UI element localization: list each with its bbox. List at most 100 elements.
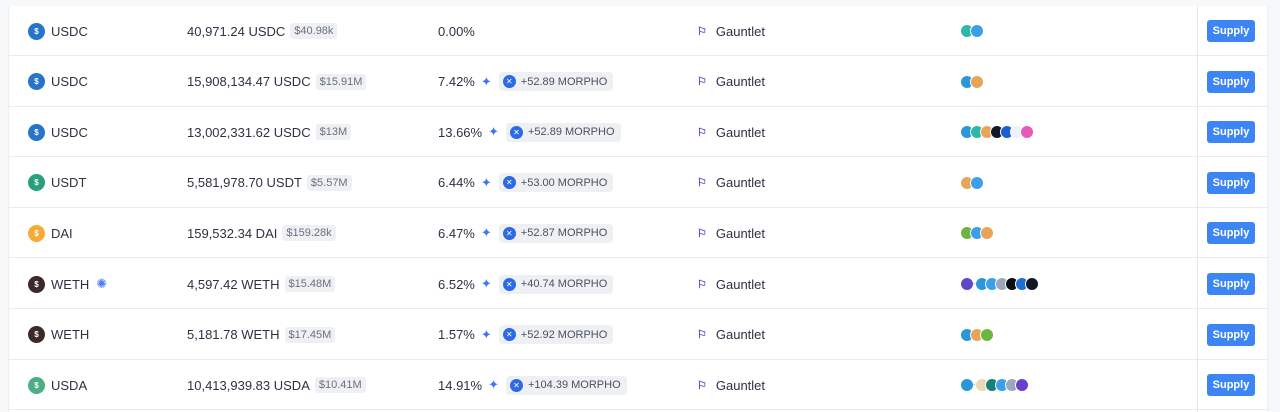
table-row[interactable]: $ WETH 5,181.78 WETH $17.45M 1.57% ✦ ✕ +…: [9, 310, 1269, 360]
curator-cell[interactable]: ⚐ Gauntlet: [697, 6, 765, 56]
deposit-amount: 5,581,978.70 USDT: [187, 175, 302, 191]
table-row[interactable]: $ USDA 10,413,939.83 USDA $10.41M 14.91%…: [9, 360, 1269, 411]
collateral-cell: [960, 208, 994, 258]
asset-symbol: WETH: [51, 276, 90, 292]
deposit-usd-badge: $5.57M: [306, 174, 352, 191]
curator-name: Gauntlet: [715, 124, 766, 140]
supply-button[interactable]: Supply: [1207, 70, 1255, 93]
morpho-icon: ✕: [502, 328, 516, 342]
collateral-token-icon[interactable]: [1025, 277, 1040, 291]
sparkle-icon: ✦: [480, 276, 492, 291]
weth-icon: $: [28, 275, 45, 293]
collateral-token-icon[interactable]: [960, 378, 974, 393]
collateral-icon-stack: [960, 327, 994, 342]
table-row[interactable]: $ WETH ✺ 4,597.42 WETH $15.48M 6.52% ✦ ✕…: [9, 259, 1269, 309]
table-row[interactable]: $ USDC 40,971.24 USDC $40.98k 0.00% ⚐ Ga…: [9, 6, 1269, 56]
apy-value: 14.91%: [438, 377, 483, 393]
gauntlet-icon: ⚐: [697, 126, 707, 139]
collateral-cell: [960, 158, 984, 208]
sparkle-icon: ✦: [488, 124, 499, 140]
morpho-icon: ✕: [502, 75, 516, 89]
collateral-cell: [960, 57, 984, 107]
total-deposits-cell: 10,413,939.83 USDA $10.41M: [187, 360, 366, 410]
supply-button[interactable]: Supply: [1207, 121, 1255, 144]
sparkle-icon: ✦: [488, 377, 499, 393]
deposit-amount: 15,908,134.47 USDC: [187, 74, 311, 90]
curator-name: Gauntlet: [715, 74, 766, 90]
action-cell: Supply: [1207, 310, 1255, 360]
sparkle-icon: ✦: [480, 326, 492, 342]
apy-cell: 6.47% ✦ ✕ +52.87 MORPHO: [438, 208, 614, 258]
apy-value: 13.66%: [438, 124, 483, 140]
gauntlet-icon: ⚐: [697, 379, 707, 392]
reward-amount: +104.39 MORPHO: [528, 379, 621, 392]
total-deposits-cell: 15,908,134.47 USDC $15.91M: [187, 57, 367, 107]
supply-button[interactable]: Supply: [1207, 171, 1255, 194]
apy-value: 6.52%: [438, 276, 475, 292]
apy-value: 6.44%: [438, 175, 475, 191]
morpho-icon: ✕: [502, 277, 516, 291]
collateral-token-icon[interactable]: [1015, 378, 1030, 393]
gauntlet-icon: ⚐: [697, 25, 707, 38]
curator-name: Gauntlet: [715, 276, 766, 292]
total-deposits-cell: 5,181.78 WETH $17.45M: [187, 310, 336, 360]
curator-cell[interactable]: ⚐ Gauntlet: [697, 259, 765, 309]
deposit-amount: 159,532.34 DAI: [187, 225, 278, 241]
asset-cell: $ USDC: [28, 107, 88, 157]
table-row[interactable]: $ DAI 159,532.34 DAI $159.28k 6.47% ✦ ✕ …: [9, 208, 1269, 259]
table-row[interactable]: $ USDT 5,581,978.70 USDT $5.57M 6.44% ✦ …: [9, 158, 1269, 208]
collateral-icon-stack: [960, 226, 994, 241]
collateral-token-icon[interactable]: [980, 327, 994, 342]
morpho-reward-badge[interactable]: ✕ +40.74 MORPHO: [498, 274, 614, 294]
table-row[interactable]: $ USDC 15,908,134.47 USDC $15.91M 7.42% …: [9, 57, 1269, 107]
total-deposits-cell: 13,002,331.62 USDC $13M: [187, 107, 352, 157]
morpho-reward-badge[interactable]: ✕ +52.87 MORPHO: [498, 223, 614, 243]
supply-button[interactable]: Supply: [1207, 323, 1255, 346]
collateral-token-icon[interactable]: [1020, 125, 1034, 140]
table-row[interactable]: $ USDC 13,002,331.62 USDC $13M 13.66% ✦ …: [9, 107, 1269, 158]
apy-cell: 0.00%: [438, 6, 475, 56]
morpho-icon: ✕: [510, 125, 523, 139]
collateral-cell: +: [960, 259, 1040, 309]
collateral-token-icon[interactable]: [970, 24, 984, 38]
reward-amount: +52.92 MORPHO: [520, 328, 608, 341]
collateral-token-icon[interactable]: [960, 277, 974, 291]
collateral-token-icon[interactable]: [980, 226, 994, 241]
morpho-reward-badge[interactable]: ✕ +104.39 MORPHO: [506, 375, 627, 395]
apy-cell: 13.66% ✦ ✕ +52.89 MORPHO: [438, 107, 621, 157]
gauntlet-icon: ⚐: [697, 227, 707, 240]
morpho-reward-badge[interactable]: ✕ +52.92 MORPHO: [498, 325, 614, 345]
collateral-token-icon[interactable]: [970, 175, 984, 190]
asset-symbol: DAI: [51, 225, 73, 241]
curator-cell[interactable]: ⚐ Gauntlet: [697, 310, 765, 360]
curator-name: Gauntlet: [715, 23, 766, 39]
deposit-usd-badge: $159.28k: [282, 225, 336, 242]
reward-amount: +52.89 MORPHO: [528, 126, 615, 139]
morpho-reward-badge[interactable]: ✕ +52.89 MORPHO: [498, 72, 614, 92]
curator-name: Gauntlet: [715, 327, 766, 343]
gauntlet-icon: ⚐: [697, 329, 707, 342]
collateral-icon-stack: [960, 175, 984, 190]
collateral-token-icon[interactable]: [970, 74, 984, 89]
apy-value: 7.42%: [438, 74, 475, 90]
asset-cell: $ WETH: [28, 310, 89, 360]
supply-button[interactable]: Supply: [1207, 374, 1255, 397]
curator-cell[interactable]: ⚐ Gauntlet: [697, 158, 765, 208]
curator-cell[interactable]: ⚐ Gauntlet: [697, 208, 765, 258]
curator-cell[interactable]: ⚐ Gauntlet: [697, 360, 765, 410]
curator-cell[interactable]: ⚐ Gauntlet: [697, 57, 765, 107]
morpho-reward-badge[interactable]: ✕ +52.89 MORPHO: [506, 122, 621, 142]
supply-button[interactable]: Supply: [1207, 20, 1255, 42]
deposit-usd-badge: $17.45M: [284, 326, 336, 343]
supply-button[interactable]: Supply: [1207, 273, 1255, 295]
total-deposits-cell: 40,971.24 USDC $40.98k: [187, 6, 338, 56]
morpho-reward-badge[interactable]: ✕ +53.00 MORPHO: [498, 173, 614, 193]
sparkle-icon: ✦: [480, 225, 492, 241]
curator-cell[interactable]: ⚐ Gauntlet: [697, 107, 765, 157]
action-cell: Supply: [1207, 208, 1255, 258]
deposit-usd-badge: $15.91M: [315, 73, 367, 90]
gauntlet-icon: ⚐: [697, 76, 707, 89]
supply-button[interactable]: Supply: [1207, 222, 1255, 245]
apy-cell: 6.44% ✦ ✕ +53.00 MORPHO: [438, 158, 614, 208]
asset-symbol: USDC: [51, 74, 88, 90]
